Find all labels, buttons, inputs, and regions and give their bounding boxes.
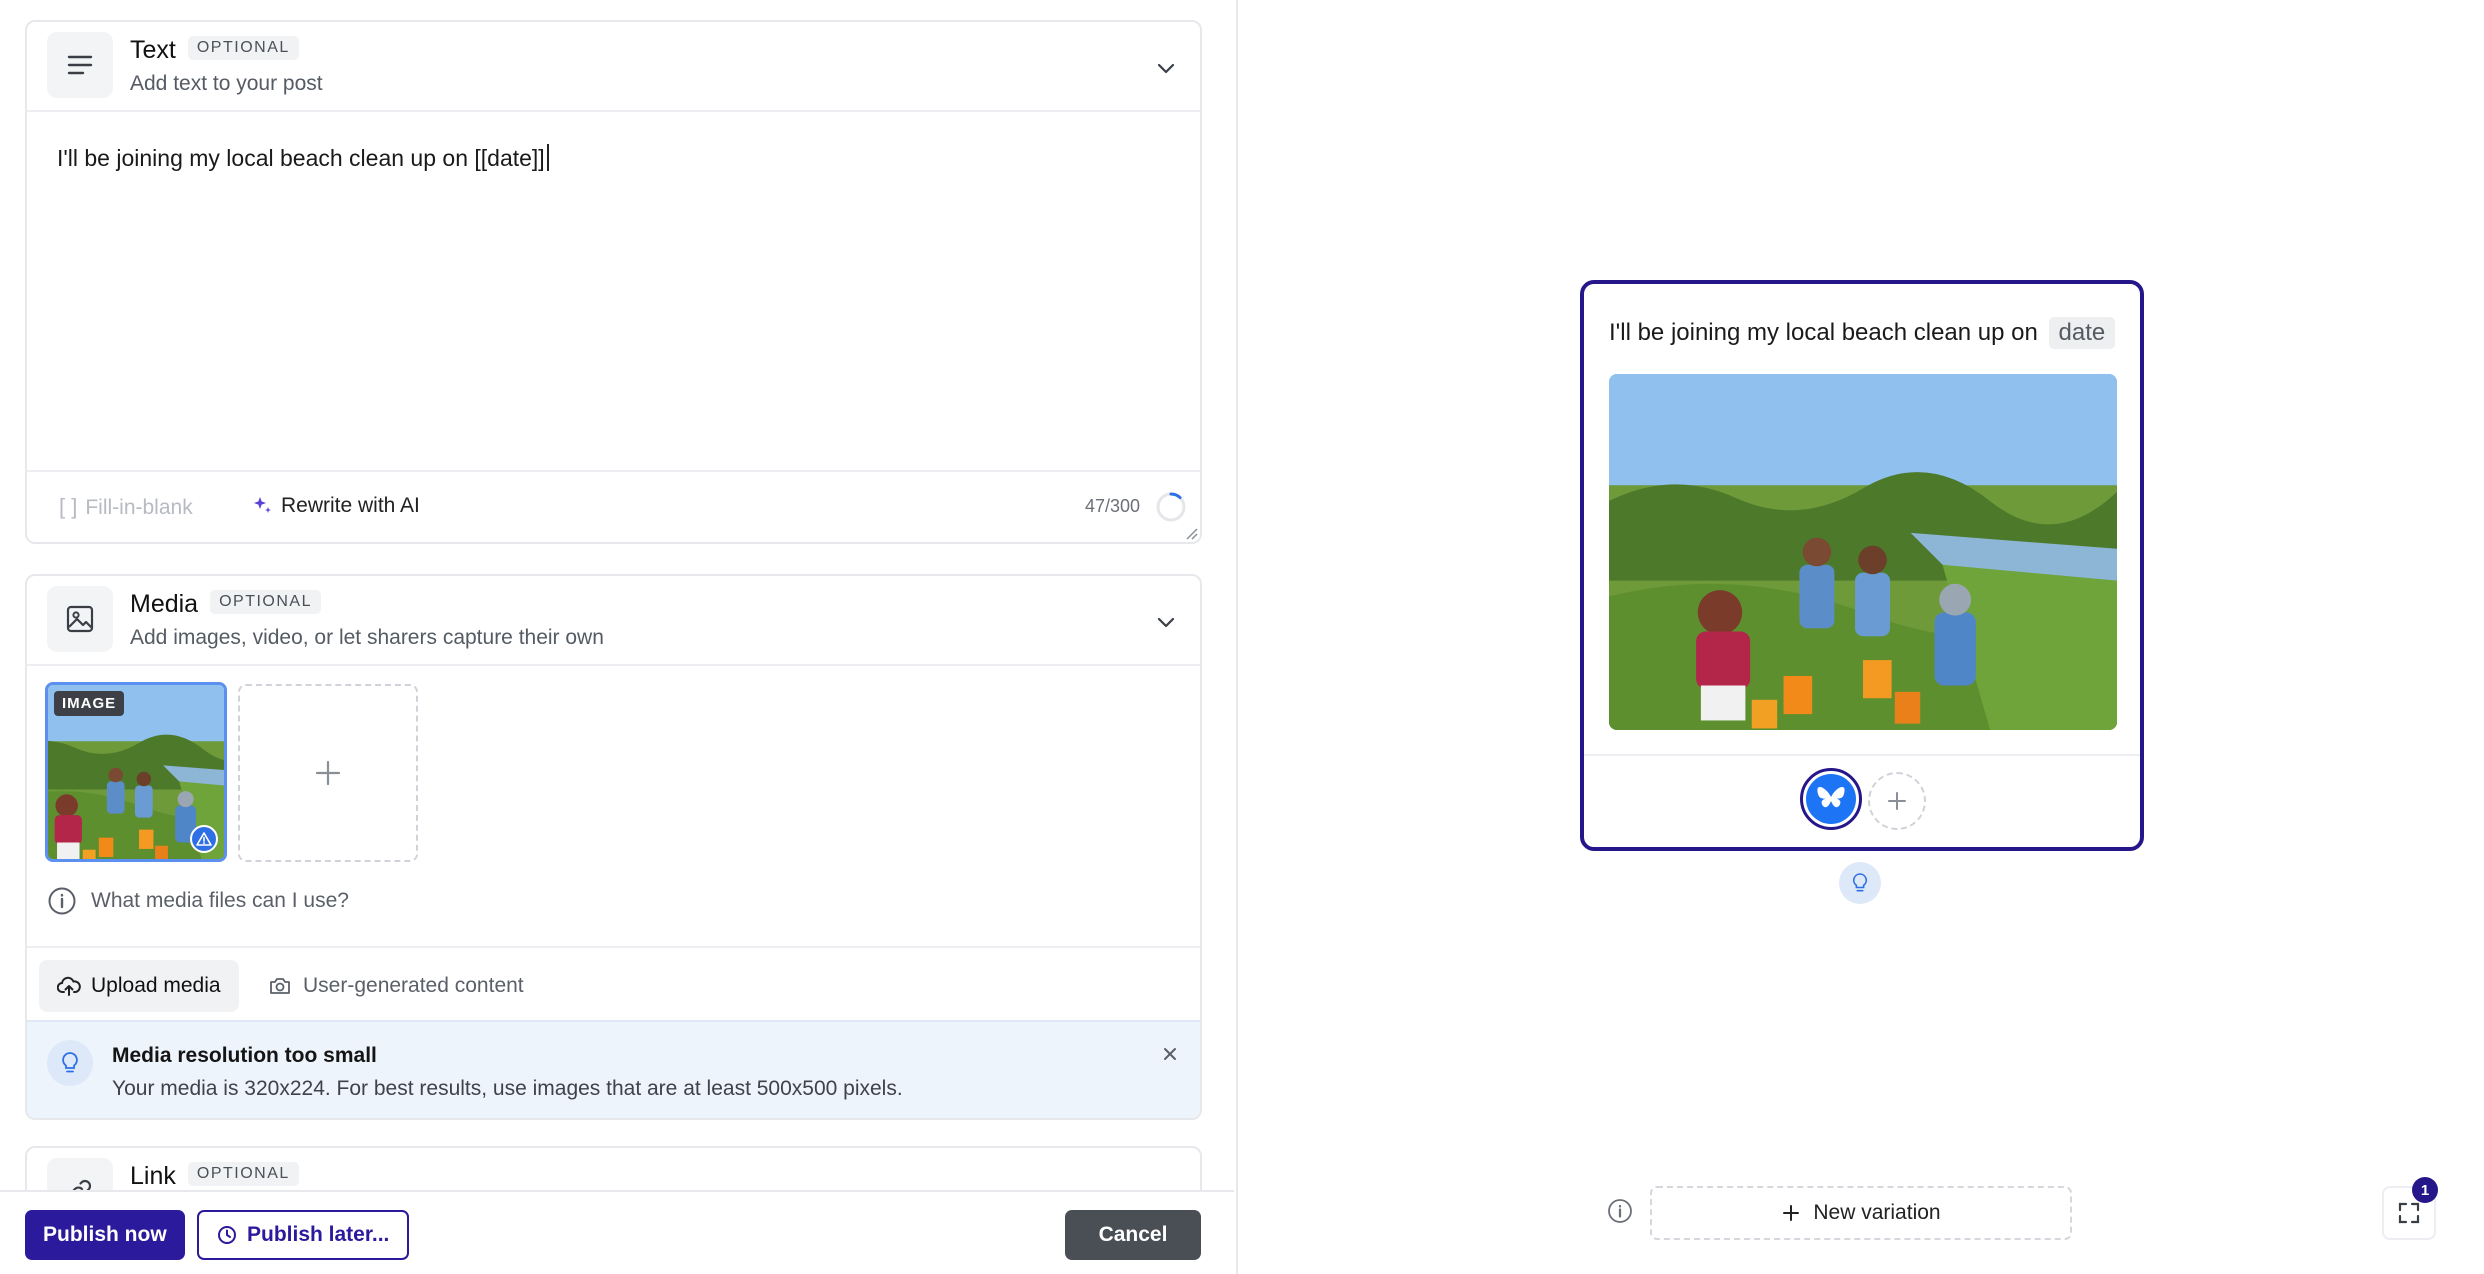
info-icon	[48, 887, 76, 915]
media-section: Media OPTIONAL Add images, video, or let …	[25, 574, 1202, 1120]
publish-later-button[interactable]: Publish later...	[197, 1210, 410, 1260]
text-lines-icon	[47, 32, 113, 98]
preview-text: I'll be joining my local beach clean up …	[1609, 317, 2116, 349]
optional-badge: OPTIONAL	[187, 1162, 299, 1187]
date-placeholder-chip: date	[2048, 317, 2116, 349]
media-type-badge: IMAGE	[54, 691, 125, 716]
progress-ring-icon	[1156, 492, 1186, 522]
notice-title: Media resolution too small	[112, 1044, 377, 1067]
new-variation-button[interactable]: New variation	[1650, 1186, 2072, 1240]
rewrite-ai-button[interactable]: Rewrite with AI	[253, 494, 420, 518]
preview-panel: I'll be joining my local beach clean up …	[1240, 0, 2484, 1274]
add-media-button[interactable]	[238, 684, 418, 862]
text-toolbar: [ ] Fill-in-blank Rewrite with AI 47/300	[27, 470, 1200, 542]
tip-lightbulb-icon[interactable]	[1839, 862, 1881, 904]
media-source-tabs: Upload media User-generated content	[27, 946, 1200, 1026]
fill-in-blank-button[interactable]: [ ] Fill-in-blank	[59, 494, 193, 520]
preview-divider	[1584, 754, 2140, 756]
text-section-title: Text OPTIONAL	[130, 36, 299, 65]
publish-now-button[interactable]: Publish now	[25, 1210, 185, 1260]
post-preview-card: I'll be joining my local beach clean up …	[1580, 280, 2144, 851]
optional-badge: OPTIONAL	[210, 590, 321, 615]
char-counter: 47/300	[1084, 496, 1140, 516]
beach-cleanup-photo	[1609, 374, 2117, 730]
editor-panel: Text OPTIONAL Add text to your post I'll …	[0, 0, 1238, 1274]
link-section-title: Link OPTIONAL	[130, 1162, 299, 1191]
media-thumbnail[interactable]: IMAGE	[45, 682, 227, 862]
chevron-down-icon[interactable]	[1154, 56, 1178, 80]
resize-handle-icon[interactable]	[1184, 526, 1198, 540]
clock-icon	[218, 1226, 236, 1244]
media-section-header[interactable]: Media OPTIONAL Add images, video, or let …	[27, 576, 1200, 666]
image-icon	[47, 586, 113, 652]
cancel-button[interactable]: Cancel	[1065, 1210, 1201, 1260]
media-help-link[interactable]: What media files can I use?	[47, 886, 349, 916]
preview-image	[1609, 374, 2117, 730]
app-root: Text OPTIONAL Add text to your post I'll …	[0, 0, 2484, 1274]
optional-badge: OPTIONAL	[187, 36, 299, 61]
post-text-value: I'll be joining my local beach clean up …	[57, 145, 545, 171]
text-section: Text OPTIONAL Add text to your post I'll …	[25, 20, 1202, 544]
plus-icon	[315, 760, 341, 786]
resolution-notice: Media resolution too small Your media is…	[27, 1020, 1200, 1118]
media-section-title: Media OPTIONAL	[130, 590, 321, 619]
warning-icon	[190, 825, 218, 853]
text-section-subtitle: Add text to your post	[130, 72, 323, 95]
media-section-subtitle: Add images, video, or let sharers captur…	[130, 626, 604, 649]
bluesky-butterfly-icon	[1806, 774, 1856, 824]
lightbulb-icon	[47, 1040, 93, 1086]
user-generated-content-button[interactable]: User-generated content	[269, 960, 524, 1012]
add-network-button[interactable]	[1868, 772, 1926, 830]
plus-icon	[1888, 792, 1906, 810]
variation-count-badge: 1	[2412, 1177, 2438, 1203]
bluesky-network-button[interactable]	[1800, 768, 1862, 830]
post-text-input[interactable]: I'll be joining my local beach clean up …	[57, 144, 549, 172]
info-icon[interactable]	[1607, 1198, 1633, 1224]
text-caret	[546, 144, 549, 171]
cloud-upload-icon	[57, 976, 81, 996]
expand-icon	[2398, 1202, 2420, 1224]
close-icon[interactable]	[1160, 1044, 1180, 1064]
plus-icon	[1783, 1205, 1800, 1221]
text-section-header[interactable]: Text OPTIONAL Add text to your post	[27, 22, 1200, 112]
action-bar: Publish now Publish later... Cancel	[0, 1190, 1234, 1274]
sparkle-icon	[254, 497, 271, 513]
notice-body: Your media is 320x224. For best results,…	[112, 1077, 903, 1100]
camera-icon	[270, 978, 290, 994]
chevron-down-icon[interactable]	[1154, 610, 1178, 634]
upload-media-button[interactable]: Upload media	[39, 960, 239, 1012]
bracket-icon: [ ]	[59, 494, 78, 519]
